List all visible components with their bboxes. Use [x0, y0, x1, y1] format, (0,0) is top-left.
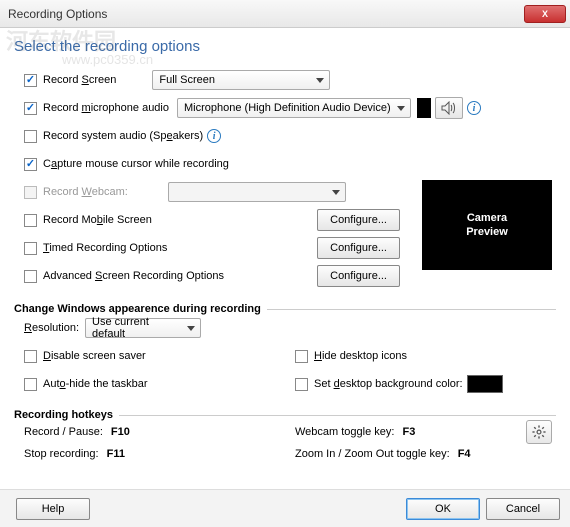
record-screen-select[interactable]: Full Screen	[152, 70, 330, 90]
timed-recording-checkbox[interactable]	[24, 242, 37, 255]
disable-screensaver-label: Disable screen saver	[43, 350, 146, 362]
window-title: Recording Options	[4, 7, 524, 21]
record-mic-label: Record microphone audio	[43, 102, 169, 114]
disable-screensaver-checkbox[interactable]	[24, 350, 37, 363]
configure-timed-button[interactable]: Configure...	[317, 237, 400, 259]
capture-cursor-label: Capture mouse cursor while recording	[43, 158, 229, 170]
record-screen-checkbox[interactable]	[24, 74, 37, 87]
resolution-label: Resolution:	[24, 322, 79, 334]
bg-color-well[interactable]	[467, 375, 503, 393]
hide-desktop-icons-checkbox[interactable]	[295, 350, 308, 363]
configure-advanced-button[interactable]: Configure...	[317, 265, 400, 287]
hotkey-stop: Stop recording:F11	[24, 443, 285, 465]
resolution-select[interactable]: Use current default	[85, 318, 201, 338]
record-system-audio-label: Record system audio (Speakers)	[43, 130, 203, 142]
button-bar: Help OK Cancel	[0, 489, 570, 527]
configure-mobile-button[interactable]: Configure...	[317, 209, 400, 231]
hotkey-webcam-toggle: Webcam toggle key:F3	[295, 421, 556, 443]
section-hotkeys: Recording hotkeys	[14, 409, 556, 421]
record-mic-checkbox[interactable]	[24, 102, 37, 115]
ok-button[interactable]: OK	[406, 498, 480, 520]
hotkey-record-pause: Record / Pause:F10	[24, 421, 285, 443]
close-button[interactable]: X	[524, 5, 566, 23]
camera-preview: Camera Preview	[422, 180, 552, 270]
record-mobile-checkbox[interactable]	[24, 214, 37, 227]
titlebar: Recording Options X	[0, 0, 570, 28]
advanced-recording-checkbox[interactable]	[24, 270, 37, 283]
record-mic-select[interactable]: Microphone (High Definition Audio Device…	[177, 98, 411, 118]
set-bg-color-checkbox[interactable]	[295, 378, 308, 391]
record-screen-label: Record Screen	[43, 74, 116, 86]
timed-recording-label: Timed Recording Options	[43, 242, 167, 254]
set-bg-color-label: Set desktop background color:	[314, 378, 463, 390]
mic-level-meter	[417, 98, 431, 118]
record-webcam-select	[168, 182, 346, 202]
record-system-audio-checkbox[interactable]	[24, 130, 37, 143]
record-mobile-label: Record Mobile Screen	[43, 214, 152, 226]
info-icon[interactable]: i	[467, 101, 481, 115]
hotkey-zoom-toggle: Zoom In / Zoom Out toggle key:F4	[295, 443, 556, 465]
hide-desktop-icons-label: Hide desktop icons	[314, 350, 407, 362]
info-icon[interactable]: i	[207, 129, 221, 143]
autohide-taskbar-checkbox[interactable]	[24, 378, 37, 391]
hotkey-settings-button[interactable]	[526, 420, 552, 444]
cancel-button[interactable]: Cancel	[486, 498, 560, 520]
record-webcam-checkbox	[24, 186, 37, 199]
record-webcam-label: Record Webcam:	[43, 186, 128, 198]
help-button[interactable]: Help	[16, 498, 90, 520]
section-appearance: Change Windows appearence during recordi…	[14, 303, 556, 315]
advanced-recording-label: Advanced Screen Recording Options	[43, 270, 224, 282]
speaker-button[interactable]	[435, 97, 463, 119]
autohide-taskbar-label: Auto-hide the taskbar	[43, 378, 148, 390]
page-subtitle: Select the recording options	[14, 38, 556, 55]
capture-cursor-checkbox[interactable]	[24, 158, 37, 171]
